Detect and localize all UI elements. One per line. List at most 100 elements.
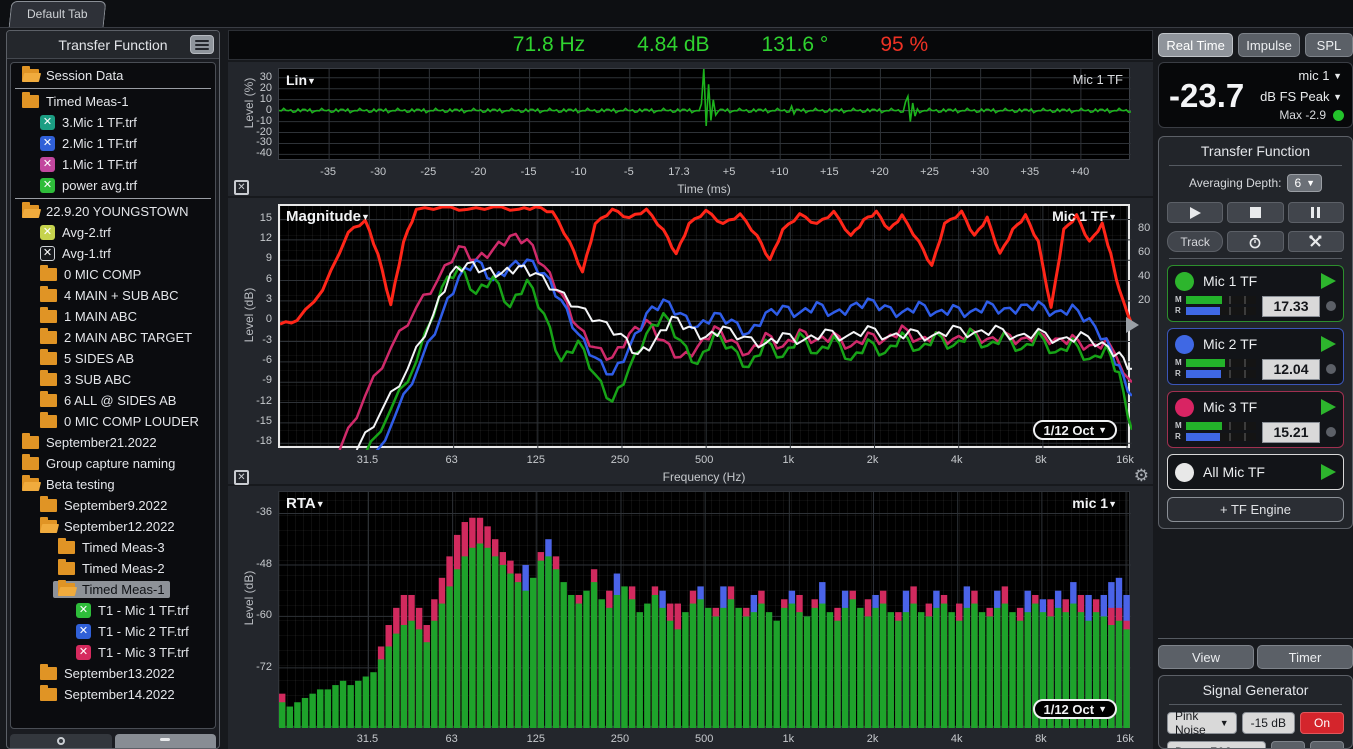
tree-item[interactable]: ✕Avg-2.trf [11,222,215,243]
tree-item-label: September9.2022 [64,498,167,513]
tree-item[interactable]: 3 SUB ABC [11,369,215,390]
tree-item[interactable]: 5 SIDES AB [11,348,215,369]
x-tick-label: -10 [571,166,587,178]
magnitude-channel-select[interactable]: Mic 1 TF▼ [1052,208,1117,224]
tree-item[interactable]: 22.9.20 YOUNGSTOWN [11,201,215,222]
tree-item[interactable]: Beta testing [11,474,215,495]
lin-mode-select[interactable]: Lin▼ [286,72,316,88]
chevron-down-icon: ▼ [1333,71,1342,81]
folder-icon [58,562,75,575]
tree-item[interactable]: Timed Meas-2 [11,558,215,579]
timer-start-button[interactable] [1227,231,1283,252]
tree-item[interactable]: September14.2022 [11,684,215,705]
channel-play-icon[interactable] [1321,273,1336,289]
channel-play-icon[interactable] [1321,464,1336,480]
magnitude-plot[interactable] [278,204,1130,448]
y-tick-label: -9 [232,374,272,386]
mode-spl-button[interactable]: SPL [1305,33,1353,57]
x-tick-label: 17.3 [668,166,689,178]
hamburger-menu-icon[interactable] [190,35,214,54]
tree-item[interactable]: 4 MAIN + SUB ABC [11,285,215,306]
tf-channel-card[interactable]: Mic 1 TFMR17.33 [1167,265,1344,322]
tree-item[interactable]: September12.2022 [11,516,215,537]
signal-aux-button[interactable] [1271,741,1305,749]
tree-item[interactable]: September21.2022 [11,432,215,453]
rta-mode-select[interactable]: RTA▼ [286,495,325,512]
channel-delay-value[interactable]: 15.21 [1262,422,1320,443]
signal-source-select[interactable]: Pink Noise▼ [1167,712,1237,734]
gear-icon[interactable]: ⚙ [1134,466,1149,486]
channel-play-icon[interactable] [1321,399,1336,415]
octave-resolution-select[interactable]: 1/12 Oct▼ [1033,420,1117,440]
chevron-down-icon: ▼ [307,76,316,86]
channel-status-dot [1326,301,1336,311]
meter-source-select[interactable]: mic 1 ▼ [1298,68,1342,83]
tree-item[interactable]: Session Data [11,65,215,86]
channel-play-icon[interactable] [1321,336,1336,352]
tab-bar: Default Tab [0,0,1353,28]
tree-item[interactable]: Timed Meas-1 [11,579,215,600]
x-tick-label: +40 [1071,166,1090,178]
play-button[interactable] [1167,202,1223,223]
close-plot-icon[interactable]: ✕ [234,470,249,485]
tree-item[interactable]: 2 MAIN ABC TARGET [11,327,215,348]
magnitude-mode-select[interactable]: Magnitude▼ [286,208,370,225]
pause-button[interactable] [1288,202,1344,223]
mode-impulse-button[interactable]: Impulse [1238,33,1300,57]
signal-aux2-button[interactable] [1310,741,1344,749]
lin-channel-label[interactable]: Mic 1 TF [1073,72,1123,87]
collapse-button[interactable] [115,734,217,748]
tree-item[interactable]: ✕1.Mic 1 TF.trf [11,154,215,175]
timer-button[interactable]: Timer [1257,645,1353,669]
add-tf-engine-button[interactable]: + TF Engine [1167,497,1344,522]
rta-channel-select[interactable]: mic 1▼ [1072,495,1117,511]
octave-resolution-select[interactable]: 1/12 Oct▼ [1033,699,1117,719]
tree-item[interactable]: September13.2022 [11,663,215,684]
tree-item[interactable]: 0 MIC COMP [11,264,215,285]
meter-unit-select[interactable]: dB FS Peak ▼ [1260,89,1342,104]
stop-icon [1250,207,1261,218]
tree-item[interactable]: ✕3.Mic 1 TF.trf [11,112,215,133]
tree-item[interactable]: ✕T1 - Mic 2 TF.trf [11,621,215,642]
tf-channel-card[interactable]: Mic 3 TFMR15.21 [1167,391,1344,448]
tf-channel-card[interactable]: All Mic TF [1167,454,1344,490]
readout-phase: 131.6 ° [762,33,829,57]
tree-item[interactable]: Timed Meas-1 [11,91,215,112]
tf-channel-card[interactable]: Mic 2 TFMR12.04 [1167,328,1344,385]
tree-item[interactable]: Group capture naming [11,453,215,474]
channel-delay-value[interactable]: 12.04 [1262,359,1320,380]
tree-item[interactable]: ✕T1 - Mic 1 TF.trf [11,600,215,621]
mode-real-time-button[interactable]: Real Time [1158,33,1233,57]
tab-default[interactable]: Default Tab [9,1,106,27]
tree-item[interactable]: September9.2022 [11,495,215,516]
signal-on-button[interactable]: On [1300,712,1344,734]
close-plot-icon[interactable]: ✕ [234,180,249,195]
signal-source2-select[interactable]: Dante 7&8▼ [1167,741,1266,749]
view-button[interactable]: View [1158,645,1254,669]
settings-tools-button[interactable] [1288,231,1344,252]
tree-item[interactable]: Timed Meas-3 [11,537,215,558]
track-button[interactable]: Track [1167,231,1223,252]
transfer-function-section: Transfer Function Averaging Depth: 6▼ Tr… [1158,136,1353,529]
lin-plot[interactable] [278,68,1130,160]
x-tick-label: -15 [521,166,537,178]
search-button[interactable] [10,734,112,748]
stop-button[interactable] [1227,202,1283,223]
tree-item[interactable]: ✕T1 - Mic 3 TF.trf [11,642,215,663]
x-tick-label: 125 [527,733,545,745]
tree-item[interactable]: 0 MIC COMP LOUDER [11,411,215,432]
tree-item[interactable]: ✕Avg-1.trf [11,243,215,264]
tree-item[interactable]: ✕power avg.trf [11,175,215,196]
averaging-depth-select[interactable]: 6▼ [1287,174,1322,192]
rta-plot[interactable] [278,491,1130,727]
x-tick-label: 500 [695,454,713,466]
signal-level-button[interactable]: -15 dB [1242,712,1295,734]
tree-item[interactable]: 1 MAIN ABC [11,306,215,327]
level-meter [1186,296,1256,304]
coherence-zero-marker[interactable] [1126,317,1139,333]
tree-item[interactable]: 6 ALL @ SIDES AB [11,390,215,411]
tree-item-label: T1 - Mic 3 TF.trf [98,645,189,660]
tree-item[interactable]: ✕2.Mic 1 TF.trf [11,133,215,154]
y-tick-label: -36 [232,506,272,518]
channel-delay-value[interactable]: 17.33 [1262,296,1320,317]
